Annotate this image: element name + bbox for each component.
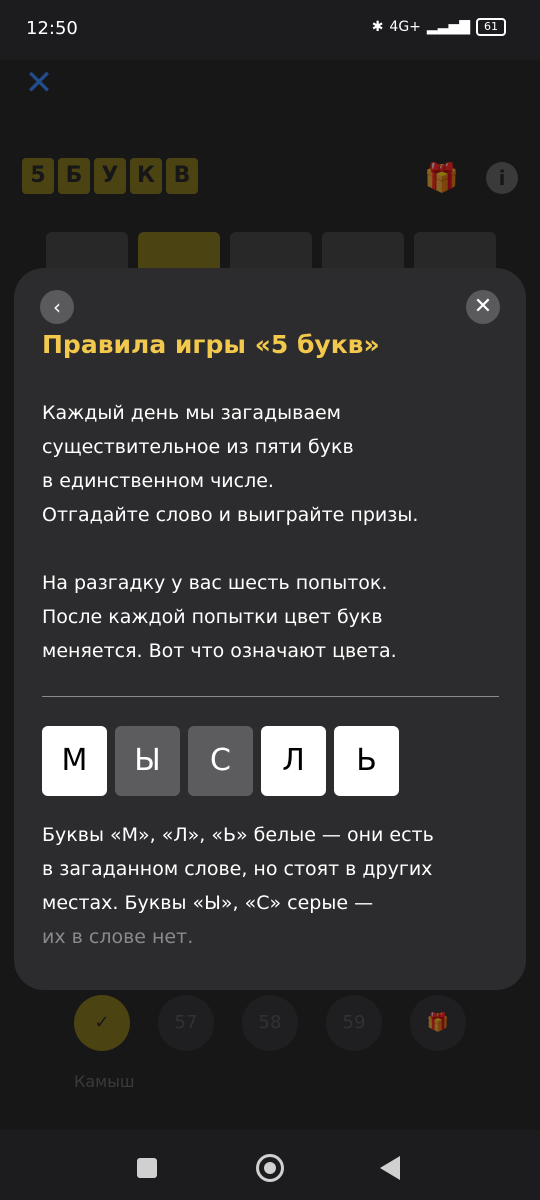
rules-paragraph-3: Буквы «М», «Л», «Ь» белые — они есть в з… — [42, 818, 512, 954]
example-tile: М — [42, 726, 107, 796]
text-line: местах. Буквы «Ы», «С» серые — — [42, 892, 374, 914]
status-icons: ✱ 4G+ ▂▃▅▇ 61 — [372, 18, 506, 36]
rules-paragraph-2: На разгадку у вас шесть попыток. После к… — [42, 566, 512, 668]
text-line: Каждый день мы загадываем — [42, 402, 342, 424]
text-line: в загаданном слове, но стоят в других — [42, 858, 433, 880]
text-line: в единственном числе. — [42, 470, 274, 492]
example-tile: Л — [261, 726, 326, 796]
text-line: После каждой попытки цвет букв — [42, 606, 383, 628]
text-line: На разгадку у вас шесть попыток. — [42, 572, 388, 594]
close-button[interactable]: ✕ — [466, 290, 500, 324]
network-label: 4G+ — [389, 19, 421, 35]
modal-title: Правила игры «5 букв» — [42, 330, 380, 359]
text-line: меняется. Вот что означают цвета. — [42, 640, 397, 662]
home-icon[interactable] — [256, 1154, 284, 1182]
back-icon[interactable] — [380, 1156, 400, 1180]
chevron-left-icon: ‹ — [53, 295, 61, 319]
text-line: Буквы «М», «Л», «Ь» белые — они есть — [42, 824, 434, 846]
text-line: Отгадайте слово и выиграйте призы. — [42, 504, 419, 526]
example-tile: Ь — [334, 726, 399, 796]
recents-icon[interactable] — [137, 1158, 157, 1178]
back-button[interactable]: ‹ — [40, 290, 74, 324]
bluetooth-icon: ✱ — [371, 19, 384, 35]
text-line-faded: их в слове нет. — [42, 926, 194, 948]
example-tile: Ы — [115, 726, 180, 796]
example-tile: С — [188, 726, 253, 796]
example-tiles: М Ы С Л Ь — [42, 726, 399, 796]
text-line: существительное из пяти букв — [42, 436, 354, 458]
status-time: 12:50 — [26, 18, 78, 39]
divider — [42, 696, 499, 697]
battery-icon: 61 — [476, 18, 506, 36]
close-icon: ✕ — [473, 294, 493, 319]
rules-paragraph-1: Каждый день мы загадываем существительно… — [42, 396, 512, 532]
signal-icon: ▂▃▅▇ — [426, 19, 470, 35]
